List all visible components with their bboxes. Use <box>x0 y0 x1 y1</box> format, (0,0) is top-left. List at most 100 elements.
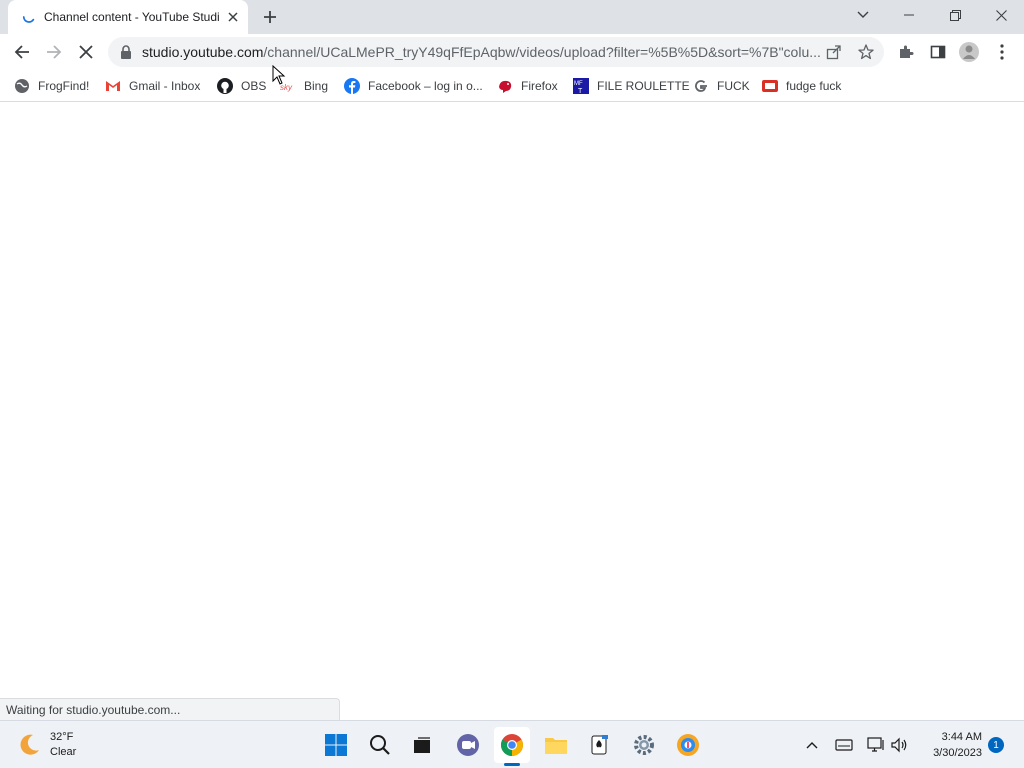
speaker-icon <box>891 737 907 753</box>
side-panel-button[interactable] <box>926 40 950 64</box>
url-text[interactable]: studio.youtube.com/channel/UCaLMePR_tryY… <box>142 44 822 60</box>
bookmark-label: FUCK <box>717 79 750 93</box>
loading-spinner-icon <box>22 16 35 23</box>
minimize-icon <box>904 14 914 16</box>
browser-toolbar: studio.youtube.com/channel/UCaLMePR_tryY… <box>0 34 1024 70</box>
bookmark-bing[interactable]: sky Bing <box>280 75 328 97</box>
task-view-icon <box>414 737 430 753</box>
status-bubble: Waiting for studio.youtube.com... <box>0 698 340 720</box>
url-path: /channel/UCaLMePR_tryY49qFfEpAqbw/videos… <box>263 44 821 60</box>
browser-app-button[interactable] <box>670 727 706 763</box>
teams-chat-button[interactable] <box>450 727 486 763</box>
restore-button[interactable] <box>932 0 978 30</box>
bookmark-facebook[interactable]: Facebook – log in o... <box>344 75 483 97</box>
gear-icon <box>634 735 654 755</box>
stop-icon <box>79 45 93 59</box>
moon-icon <box>20 734 39 755</box>
weather-temperature: 32°F <box>50 731 74 743</box>
svg-text:T: T <box>578 88 583 94</box>
bookmark-label: Bing <box>304 79 329 93</box>
bookmark-firefox[interactable]: Firefox <box>497 75 558 97</box>
share-button[interactable] <box>824 42 844 62</box>
keyboard-icon <box>835 739 853 751</box>
chrome-icon <box>501 734 523 756</box>
back-button[interactable] <box>8 38 36 66</box>
weather-condition: Clear <box>50 746 77 758</box>
url-host: studio.youtube.com <box>142 44 264 60</box>
bookmark-label: Firefox <box>521 79 558 93</box>
show-hidden-icons-button[interactable] <box>800 733 824 757</box>
volume-tray-button[interactable] <box>888 733 912 757</box>
profile-button[interactable] <box>957 40 981 64</box>
bookmark-obs[interactable]: OBS <box>217 75 266 97</box>
windows-taskbar: 32°F Clear 3:44 AM 3/30/2023 1 <box>0 720 1024 768</box>
tab-title: Channel content - YouTube Studio <box>44 10 220 24</box>
close-icon <box>995 9 1007 21</box>
search-icon <box>370 735 390 755</box>
close-window-button[interactable] <box>978 0 1024 30</box>
bookmark-label: Facebook – log in o... <box>368 79 483 93</box>
new-tab-button[interactable] <box>258 5 282 29</box>
globe-icon <box>14 78 30 94</box>
tab-search-button[interactable] <box>840 0 886 30</box>
browser-tab[interactable]: Channel content - YouTube Studio <box>8 0 248 34</box>
bookmarks-bar: FrogFind! Gmail - Inbox OBS sky Bing Fac… <box>0 70 1024 102</box>
svg-text:MF: MF <box>574 81 583 87</box>
stop-loading-button[interactable] <box>72 38 100 66</box>
chevron-down-icon <box>857 11 869 18</box>
page-content <box>0 103 1024 720</box>
restore-icon <box>949 9 961 21</box>
extensions-button[interactable] <box>894 40 918 64</box>
file-roulette-icon: MF T <box>573 78 589 94</box>
arrow-right-icon <box>47 45 62 59</box>
bookmark-label: fudge fuck <box>786 79 842 93</box>
chrome-menu-button[interactable] <box>990 40 1014 64</box>
settings-button[interactable] <box>626 727 662 763</box>
start-button[interactable] <box>318 727 354 763</box>
puzzle-icon <box>900 45 914 58</box>
avatar-icon <box>959 42 979 62</box>
minimize-button[interactable] <box>886 0 932 30</box>
network-tray-button[interactable] <box>864 733 888 757</box>
mail-icon <box>762 78 778 94</box>
mouse-cursor-icon <box>272 65 286 85</box>
bookmark-star-button[interactable] <box>856 42 876 62</box>
chat-icon <box>457 734 479 756</box>
bookmark-label: FrogFind! <box>38 79 90 93</box>
side-panel-icon <box>930 45 946 59</box>
arrow-left-icon <box>14 45 29 59</box>
gmail-icon <box>105 78 121 94</box>
address-bar[interactable]: studio.youtube.com/channel/UCaLMePR_tryY… <box>108 37 884 67</box>
share-icon <box>826 45 841 60</box>
windows-logo-icon <box>325 734 347 756</box>
chevron-up-icon <box>806 742 818 749</box>
lock-icon[interactable] <box>120 45 132 59</box>
bookmark-gmail[interactable]: Gmail - Inbox <box>105 75 200 97</box>
folder-icon <box>545 738 567 754</box>
clock-date: 3/30/2023 <box>933 747 982 759</box>
bookmark-fudge[interactable]: fudge fuck <box>762 75 841 97</box>
star-icon <box>858 44 874 60</box>
cards-icon <box>591 735 608 755</box>
search-button[interactable] <box>362 727 398 763</box>
file-explorer-button[interactable] <box>538 727 574 763</box>
system-clock[interactable]: 3:44 AM 3/30/2023 <box>912 729 982 761</box>
clock-time: 3:44 AM <box>941 731 982 743</box>
github-icon <box>217 78 233 94</box>
keyboard-tray-button[interactable] <box>832 733 856 757</box>
task-view-button[interactable] <box>404 727 440 763</box>
bookmark-label: Gmail - Inbox <box>129 79 201 93</box>
forward-button[interactable] <box>40 38 68 66</box>
bookmark-google[interactable]: FUCK <box>693 75 750 97</box>
plus-icon <box>264 11 276 23</box>
tab-close-icon[interactable] <box>224 8 242 26</box>
weather-widget[interactable]: 32°F Clear <box>16 727 76 763</box>
bookmark-file-roulette[interactable]: MF T FILE ROULETTE <box>573 75 690 97</box>
notification-badge[interactable]: 1 <box>988 737 1004 753</box>
network-icon <box>867 737 884 752</box>
chrome-taskbar-button[interactable] <box>494 727 530 763</box>
solitaire-button[interactable] <box>582 727 618 763</box>
google-icon <box>693 78 709 94</box>
app-icon <box>677 734 699 756</box>
bookmark-frogfind[interactable]: FrogFind! <box>14 75 89 97</box>
